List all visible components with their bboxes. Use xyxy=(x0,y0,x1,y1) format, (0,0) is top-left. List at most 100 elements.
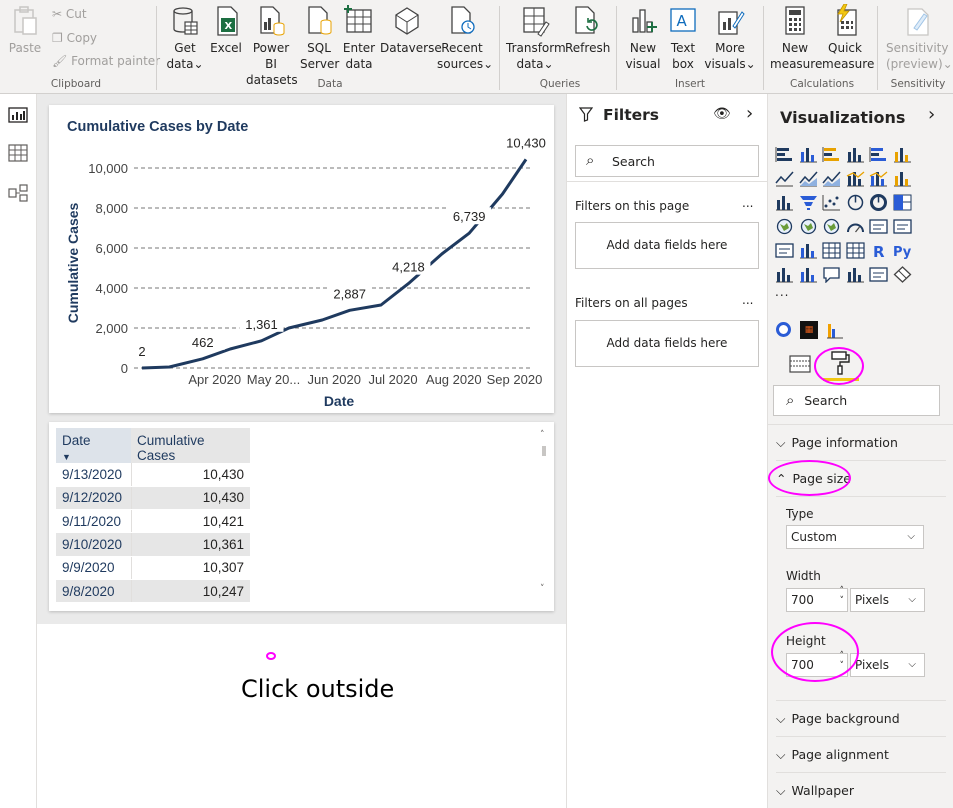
format-painter-button[interactable]: 🖌 Format painter xyxy=(52,54,160,68)
fields-tab-icon[interactable] xyxy=(788,352,812,376)
stacked-column-icon[interactable] xyxy=(799,146,818,163)
collapse-chevron-icon[interactable]: › xyxy=(928,104,935,125)
table-row[interactable]: 9/13/2020 10,430 xyxy=(56,463,250,487)
python-visual-icon[interactable]: Py xyxy=(893,242,912,259)
section-page-information[interactable]: ⌵ Page information xyxy=(776,435,898,451)
column-header-date[interactable]: Date ▼ xyxy=(56,428,131,463)
new-measure-button[interactable]: New measure xyxy=(770,4,822,72)
scatter-icon[interactable] xyxy=(822,194,841,211)
qa-icon[interactable] xyxy=(822,266,841,283)
model-view-icon[interactable] xyxy=(8,184,28,202)
matrix-icon[interactable] xyxy=(845,242,865,259)
slicer-icon[interactable] xyxy=(799,242,818,259)
data-view-icon[interactable] xyxy=(8,144,28,162)
report-view-icon[interactable] xyxy=(8,106,28,124)
type-dropdown[interactable]: Custom ⌵ xyxy=(786,525,924,549)
section-page-background[interactable]: ⌵ Page background xyxy=(776,711,900,727)
clustered-column-icon[interactable] xyxy=(846,146,865,163)
section-wallpaper[interactable]: ⌵ Wallpaper xyxy=(776,783,854,799)
table-visual-icon[interactable] xyxy=(822,242,841,259)
funnel-icon[interactable] xyxy=(799,194,818,211)
table-row[interactable]: 9/12/2020 10,430 xyxy=(56,486,250,511)
report-canvas[interactable]: Cumulative Cases by Date 0 2,000 4,000 6,00… xyxy=(37,94,566,808)
table-row[interactable]: 9/9/2020 10,307 xyxy=(56,556,250,580)
sensitivity-button[interactable]: Sensitivity (preview)⌄ xyxy=(886,4,953,72)
table-row[interactable]: 9/11/2020 10,421 xyxy=(56,509,250,534)
refresh-button[interactable]: Refresh xyxy=(565,4,610,56)
line-column-icon[interactable] xyxy=(846,170,865,187)
smart-narrative-icon[interactable] xyxy=(846,266,865,283)
scrollbar-thumb[interactable] xyxy=(542,446,546,456)
decomposition-tree-icon[interactable] xyxy=(799,266,818,283)
stacked-bar-icon[interactable] xyxy=(775,146,794,163)
stacked-area-icon[interactable] xyxy=(822,170,841,187)
section-page-alignment[interactable]: ⌵ Page alignment xyxy=(776,747,889,763)
filters-pane: Filters 👁 › ⌕ Search Filters on this pag… xyxy=(566,94,768,808)
gauge-icon[interactable] xyxy=(846,218,865,235)
filters-all-drop-zone[interactable]: Add data fields here xyxy=(575,320,759,367)
paginated-report-icon[interactable] xyxy=(869,266,888,283)
line-chart: 0 2,000 4,000 6,000 8,000 10,000 Apr 2020 May 2… xyxy=(65,133,548,409)
search-icon: ⌕ xyxy=(586,151,595,169)
treemap-icon[interactable] xyxy=(893,194,912,211)
enter-data-button[interactable]: Enter data xyxy=(341,4,377,72)
viz-search-box[interactable]: ⌕ Search xyxy=(773,385,940,416)
waterfall-icon[interactable] xyxy=(775,194,794,211)
get-data-button[interactable]: Get data⌄ xyxy=(166,4,204,72)
table-row[interactable]: 9/8/2020 10,247 xyxy=(56,579,250,604)
sql-server-button[interactable]: SQL Server xyxy=(300,4,339,72)
custom-visual-circle-icon[interactable] xyxy=(776,322,791,337)
pie-chart-icon[interactable] xyxy=(846,194,865,211)
line-chart-visual[interactable]: Cumulative Cases by Date 0 2,000 4,000 6,00… xyxy=(49,105,554,413)
powerbi-datasets-button[interactable]: Power BI datasets xyxy=(246,4,298,88)
key-influencers-icon[interactable] xyxy=(775,266,794,283)
clustered-bar-icon[interactable] xyxy=(822,146,841,163)
paste-button[interactable]: Paste xyxy=(6,4,44,56)
new-visual-button[interactable]: New visual xyxy=(624,4,662,72)
more-visuals-dots[interactable]: ... xyxy=(775,285,789,299)
width-input[interactable]: 700 ˄ ˅ xyxy=(786,586,848,612)
card-icon[interactable] xyxy=(869,218,888,235)
spinner-icon[interactable]: ˄ ˅ xyxy=(840,586,845,606)
100-column-icon[interactable] xyxy=(893,146,912,163)
cut-button[interactable]: ✂ Cut xyxy=(52,7,87,21)
filled-map-icon[interactable] xyxy=(799,218,818,235)
recent-sources-button[interactable]: Recent sources⌄ xyxy=(437,4,493,72)
eye-icon[interactable]: 👁 xyxy=(713,106,731,122)
width-unit-dropdown[interactable]: Pixels ⌵ xyxy=(850,588,925,612)
power-apps-icon[interactable] xyxy=(893,266,912,283)
custom-visual-chart-icon[interactable] xyxy=(826,320,844,340)
transform-data-button[interactable]: Transform data⌄ xyxy=(506,4,566,72)
quick-measure-button[interactable]: Quick measure xyxy=(822,4,874,72)
collapse-chevron-icon[interactable]: › xyxy=(746,103,753,124)
area-chart-icon[interactable] xyxy=(798,170,818,187)
custom-visual-dark-icon[interactable]: ▦ xyxy=(800,321,818,339)
ribbon-chart-icon[interactable] xyxy=(893,170,912,187)
dataverse-button[interactable]: Dataverse xyxy=(380,4,442,56)
filters-all-more-button[interactable]: ... xyxy=(742,293,753,307)
column-header-cumulative-cases[interactable]: Cumulative Cases xyxy=(131,428,250,463)
more-visuals-button[interactable]: More visuals⌄ xyxy=(704,4,756,72)
data-label: 2 xyxy=(138,344,145,359)
excel-button[interactable]: X Excel xyxy=(209,4,243,56)
filters-page-drop-zone[interactable]: Add data fields here xyxy=(575,222,759,269)
filters-page-more-button[interactable]: ... xyxy=(742,196,753,210)
quick-measure-label: Quick xyxy=(828,41,862,55)
scroll-down-icon[interactable]: ˅ xyxy=(540,584,545,594)
map-icon[interactable] xyxy=(775,218,794,235)
100-bar-icon[interactable] xyxy=(869,146,888,163)
r-visual-icon[interactable]: R xyxy=(869,242,888,259)
multi-row-card-icon[interactable] xyxy=(892,218,912,235)
shape-map-icon[interactable] xyxy=(822,218,841,235)
filters-search-box[interactable]: ⌕ Search xyxy=(575,145,759,177)
table-visual[interactable]: Date ▼ Cumulative Cases 9/13/2020 10,430 9/… xyxy=(49,422,554,611)
height-unit-dropdown[interactable]: Pixels ⌵ xyxy=(850,653,925,677)
line-clustered-icon[interactable] xyxy=(869,170,888,187)
copy-button[interactable]: ❐ Copy xyxy=(52,31,97,45)
scroll-up-icon[interactable]: ˄ xyxy=(540,430,545,440)
donut-chart-icon[interactable] xyxy=(869,194,888,211)
line-chart-icon[interactable] xyxy=(775,170,794,187)
table-row[interactable]: 9/10/2020 10,361 xyxy=(56,532,250,557)
kpi-icon[interactable] xyxy=(775,242,794,259)
text-box-button[interactable]: A Text box xyxy=(665,4,701,72)
